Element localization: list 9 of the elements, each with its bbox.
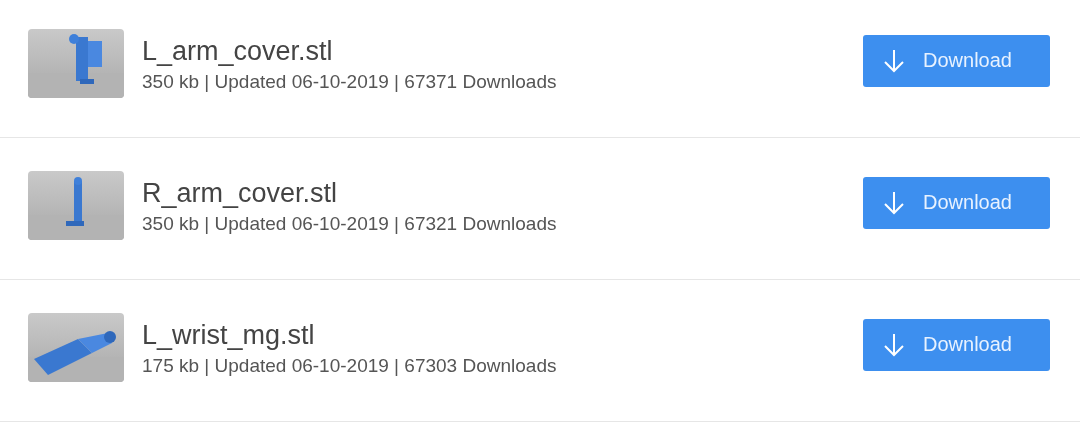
file-name: L_wrist_mg.stl <box>142 318 316 351</box>
file-meta: 350 kb | Updated 06-10-2019 | 67321 Downloads <box>142 212 558 235</box>
file-meta: 350 kb | Updated 06-10-2019 | 67371 Downloads <box>142 70 558 93</box>
download-button[interactable]: Download <box>863 318 1050 371</box>
file-meta: 175 kb | Updated 06-10-2019 | 67303 Downloads <box>142 354 558 377</box>
download-button[interactable]: Download <box>863 176 1050 229</box>
file-name: R_arm_cover.stl <box>142 176 339 209</box>
file-name: L_arm_cover.stl <box>142 34 334 67</box>
download-button[interactable]: Download <box>863 34 1050 87</box>
